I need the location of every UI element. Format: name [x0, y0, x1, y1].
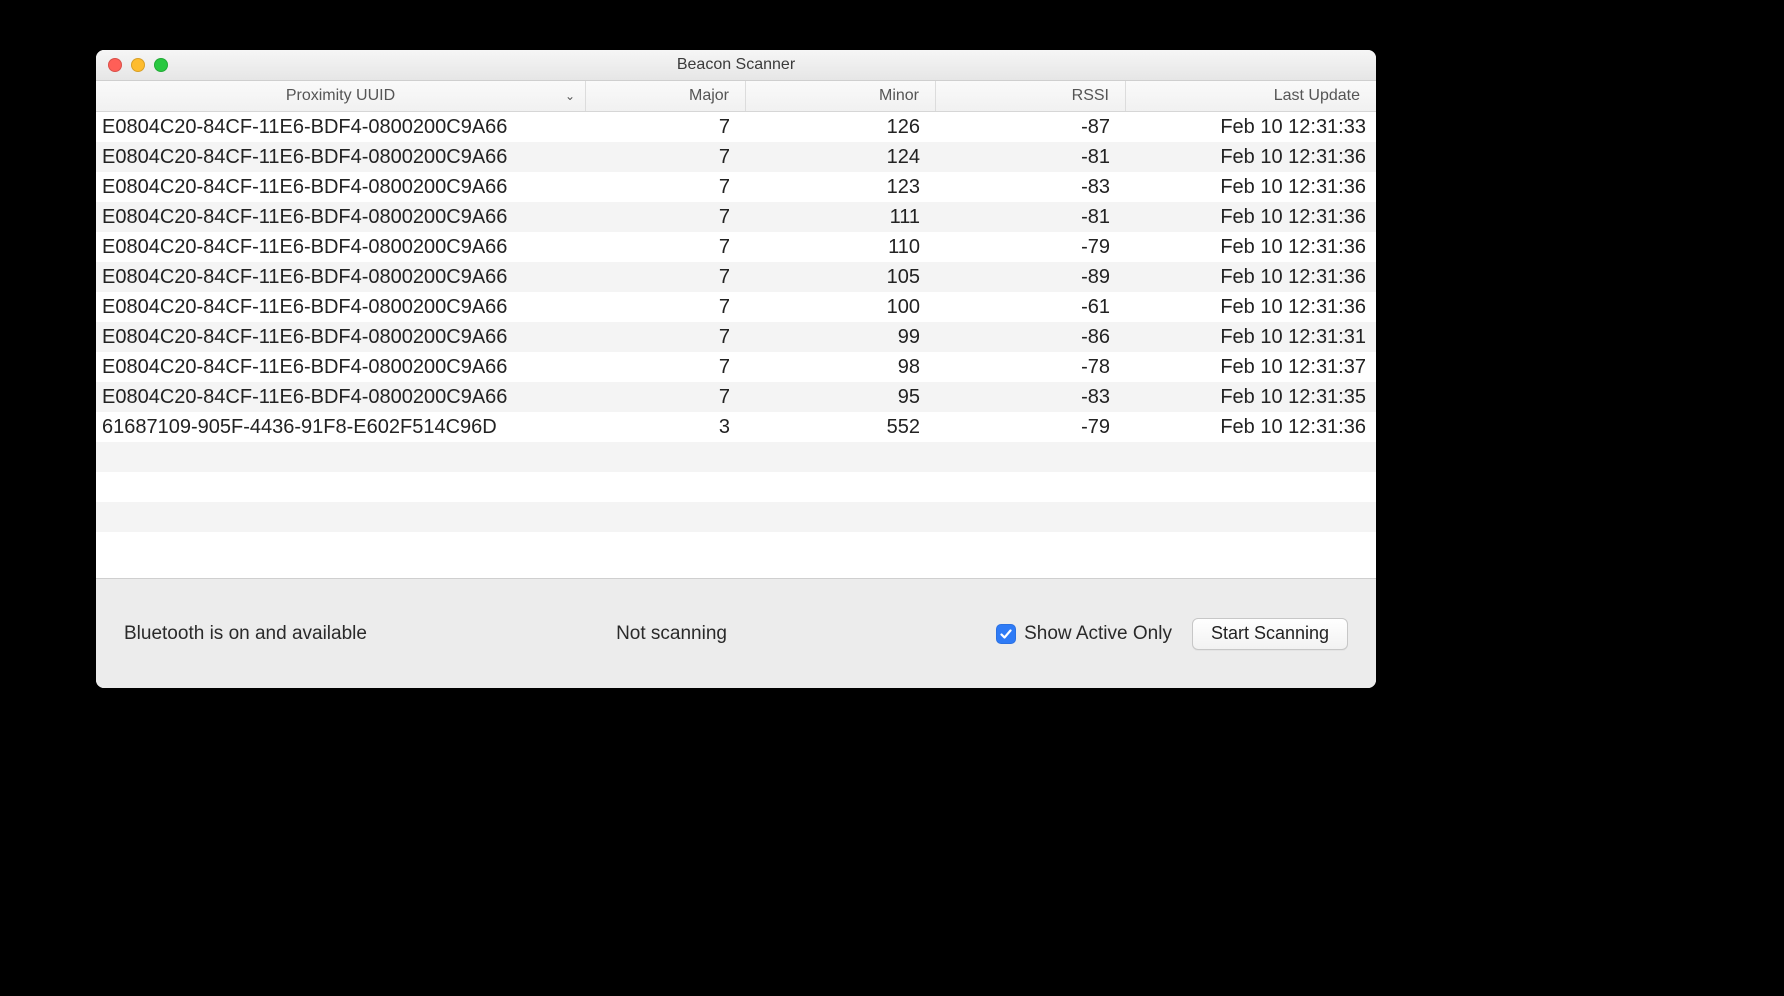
start-scanning-button[interactable]: Start Scanning	[1192, 618, 1348, 650]
cell-rssi: -87	[936, 116, 1126, 139]
cell-rssi: -81	[936, 206, 1126, 229]
cell-minor: 552	[746, 416, 936, 439]
cell-rssi: -61	[936, 296, 1126, 319]
cell-minor: 124	[746, 146, 936, 169]
close-button[interactable]	[108, 58, 122, 72]
cell-last-update: Feb 10 12:31:36	[1126, 206, 1376, 229]
minimize-button[interactable]	[131, 58, 145, 72]
cell-uuid: E0804C20-84CF-11E6-BDF4-0800200C9A66	[96, 206, 586, 229]
table-row	[96, 502, 1376, 532]
cell-major: 7	[586, 386, 746, 409]
cell-rssi: -81	[936, 146, 1126, 169]
cell-minor: 100	[746, 296, 936, 319]
cell-minor: 126	[746, 116, 936, 139]
column-header-label: Proximity UUID	[286, 87, 395, 105]
zoom-button[interactable]	[154, 58, 168, 72]
cell-uuid: E0804C20-84CF-11E6-BDF4-0800200C9A66	[96, 176, 586, 199]
cell-major: 7	[586, 326, 746, 349]
table-row[interactable]: 61687109-905F-4436-91F8-E602F514C96D3552…	[96, 412, 1376, 442]
cell-major: 7	[586, 356, 746, 379]
cell-uuid: E0804C20-84CF-11E6-BDF4-0800200C9A66	[96, 116, 586, 139]
column-header-label: Major	[689, 87, 729, 105]
column-header-label: RSSI	[1072, 87, 1109, 105]
cell-last-update: Feb 10 12:31:31	[1126, 326, 1376, 349]
scanning-status: Not scanning	[616, 623, 727, 645]
table-row	[96, 532, 1376, 562]
cell-major: 7	[586, 206, 746, 229]
cell-rssi: -83	[936, 386, 1126, 409]
cell-major: 7	[586, 266, 746, 289]
cell-minor: 95	[746, 386, 936, 409]
table-row[interactable]: E0804C20-84CF-11E6-BDF4-0800200C9A667123…	[96, 172, 1376, 202]
cell-minor: 105	[746, 266, 936, 289]
button-label: Start Scanning	[1211, 623, 1329, 644]
cell-minor: 99	[746, 326, 936, 349]
table-row[interactable]: E0804C20-84CF-11E6-BDF4-0800200C9A667111…	[96, 202, 1376, 232]
table-header: Proximity UUID ⌄ Major Minor RSSI Last U…	[96, 81, 1376, 112]
column-header-last-update[interactable]: Last Update	[1126, 81, 1376, 111]
column-header-label: Last Update	[1274, 87, 1360, 105]
table-row[interactable]: E0804C20-84CF-11E6-BDF4-0800200C9A66799-…	[96, 322, 1376, 352]
table-row[interactable]: E0804C20-84CF-11E6-BDF4-0800200C9A667105…	[96, 262, 1376, 292]
footer-bar: Bluetooth is on and available Not scanni…	[96, 578, 1376, 688]
show-active-only-checkbox[interactable]: Show Active Only	[996, 623, 1172, 645]
app-window: Beacon Scanner Proximity UUID ⌄ Major Mi…	[96, 50, 1376, 688]
cell-rssi: -79	[936, 236, 1126, 259]
checkbox-label: Show Active Only	[1024, 623, 1172, 645]
cell-last-update: Feb 10 12:31:36	[1126, 176, 1376, 199]
cell-last-update: Feb 10 12:31:36	[1126, 146, 1376, 169]
column-header-minor[interactable]: Minor	[746, 81, 936, 111]
table-row[interactable]: E0804C20-84CF-11E6-BDF4-0800200C9A667100…	[96, 292, 1376, 322]
cell-minor: 110	[746, 236, 936, 259]
cell-major: 7	[586, 146, 746, 169]
cell-major: 7	[586, 176, 746, 199]
cell-rssi: -89	[936, 266, 1126, 289]
table-row[interactable]: E0804C20-84CF-11E6-BDF4-0800200C9A667126…	[96, 112, 1376, 142]
cell-uuid: E0804C20-84CF-11E6-BDF4-0800200C9A66	[96, 266, 586, 289]
cell-rssi: -86	[936, 326, 1126, 349]
table-row[interactable]: E0804C20-84CF-11E6-BDF4-0800200C9A667110…	[96, 232, 1376, 262]
cell-last-update: Feb 10 12:31:37	[1126, 356, 1376, 379]
table-row[interactable]: E0804C20-84CF-11E6-BDF4-0800200C9A66795-…	[96, 382, 1376, 412]
table-row[interactable]: E0804C20-84CF-11E6-BDF4-0800200C9A667124…	[96, 142, 1376, 172]
cell-uuid: E0804C20-84CF-11E6-BDF4-0800200C9A66	[96, 356, 586, 379]
cell-last-update: Feb 10 12:31:35	[1126, 386, 1376, 409]
cell-rssi: -79	[936, 416, 1126, 439]
cell-major: 7	[586, 116, 746, 139]
cell-major: 7	[586, 296, 746, 319]
table-row[interactable]: E0804C20-84CF-11E6-BDF4-0800200C9A66798-…	[96, 352, 1376, 382]
cell-minor: 98	[746, 356, 936, 379]
traffic-lights	[108, 58, 168, 72]
cell-rssi: -83	[936, 176, 1126, 199]
cell-major: 3	[586, 416, 746, 439]
column-header-major[interactable]: Major	[586, 81, 746, 111]
cell-last-update: Feb 10 12:31:36	[1126, 266, 1376, 289]
cell-last-update: Feb 10 12:31:36	[1126, 296, 1376, 319]
cell-uuid: E0804C20-84CF-11E6-BDF4-0800200C9A66	[96, 146, 586, 169]
cell-last-update: Feb 10 12:31:36	[1126, 236, 1376, 259]
window-title: Beacon Scanner	[677, 56, 795, 74]
cell-minor: 111	[746, 206, 936, 229]
column-header-rssi[interactable]: RSSI	[936, 81, 1126, 111]
check-icon	[999, 627, 1013, 641]
chevron-down-icon: ⌄	[565, 89, 575, 103]
cell-rssi: -78	[936, 356, 1126, 379]
bluetooth-status: Bluetooth is on and available	[124, 623, 596, 645]
cell-uuid: E0804C20-84CF-11E6-BDF4-0800200C9A66	[96, 296, 586, 319]
titlebar[interactable]: Beacon Scanner	[96, 50, 1376, 81]
cell-uuid: E0804C20-84CF-11E6-BDF4-0800200C9A66	[96, 326, 586, 349]
cell-uuid: 61687109-905F-4436-91F8-E602F514C96D	[96, 416, 586, 439]
cell-uuid: E0804C20-84CF-11E6-BDF4-0800200C9A66	[96, 386, 586, 409]
cell-last-update: Feb 10 12:31:36	[1126, 416, 1376, 439]
column-header-uuid[interactable]: Proximity UUID ⌄	[96, 81, 586, 111]
cell-major: 7	[586, 236, 746, 259]
table-row	[96, 472, 1376, 502]
table-row	[96, 442, 1376, 472]
cell-minor: 123	[746, 176, 936, 199]
column-header-label: Minor	[879, 87, 919, 105]
checkbox-box[interactable]	[996, 624, 1016, 644]
table-body[interactable]: E0804C20-84CF-11E6-BDF4-0800200C9A667126…	[96, 112, 1376, 578]
cell-last-update: Feb 10 12:31:33	[1126, 116, 1376, 139]
cell-uuid: E0804C20-84CF-11E6-BDF4-0800200C9A66	[96, 236, 586, 259]
